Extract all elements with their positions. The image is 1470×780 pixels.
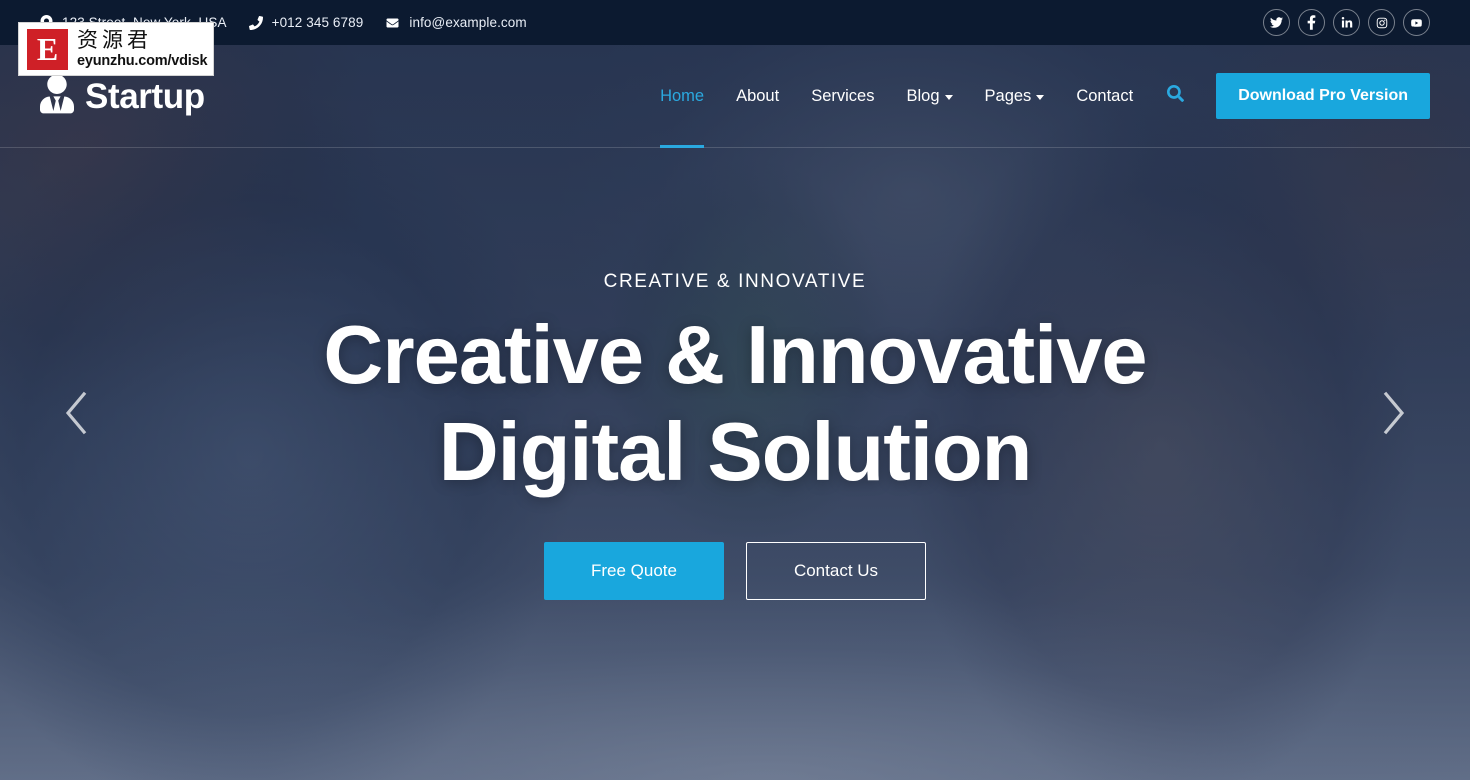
contact-us-button[interactable]: Contact Us — [746, 541, 926, 600]
free-quote-button[interactable]: Free Quote — [544, 541, 724, 600]
hero-button-group: Free Quote Contact Us — [544, 541, 926, 600]
social-link-linkedin[interactable] — [1333, 9, 1360, 36]
download-pro-version-button[interactable]: Download Pro Version — [1216, 73, 1430, 119]
hero-carousel: Startup Home About Services Blog Pages C… — [0, 45, 1470, 780]
topbar-phone-label: +012 345 6789 — [271, 15, 364, 30]
hero-title-line-1: Creative & Innovative — [323, 308, 1147, 402]
search-icon — [1167, 85, 1185, 107]
nav-link-services[interactable]: Services — [795, 77, 890, 116]
social-link-youtube[interactable] — [1403, 9, 1430, 36]
instagram-icon — [1376, 17, 1388, 29]
nav-menu: Home About Services Blog Pages Contact D… — [644, 73, 1430, 148]
nav-link-pages-label: Pages — [984, 86, 1032, 105]
brand-name: Startup — [85, 76, 205, 116]
twitter-icon — [1270, 16, 1283, 29]
chevron-down-icon — [1036, 94, 1045, 100]
social-link-facebook[interactable] — [1298, 9, 1325, 36]
chevron-down-icon — [944, 94, 953, 100]
brand-logo[interactable]: Startup — [40, 74, 205, 119]
topbar-email: info@example.com — [385, 15, 527, 30]
nav-link-services-label: Services — [811, 86, 875, 105]
carousel-next-button[interactable] — [1366, 385, 1422, 441]
chevron-left-icon — [61, 390, 91, 436]
topbar-email-label: info@example.com — [409, 15, 527, 30]
nav-link-pages[interactable]: Pages — [969, 77, 1061, 116]
hero-content: CREATIVE & INNOVATIVE Creative & Innovat… — [0, 45, 1470, 780]
watermark-chinese-label: 资源君 — [77, 27, 152, 52]
hero-subtitle: CREATIVE & INNOVATIVE — [603, 271, 867, 293]
hero-title: Creative & Innovative Digital Solution — [323, 307, 1147, 500]
watermark-text: 资源君 eyunzhu.com/vdisk — [77, 27, 208, 69]
watermark-badge-icon: E — [25, 26, 70, 72]
social-link-instagram[interactable] — [1368, 9, 1395, 36]
watermark-url-label: eyunzhu.com/vdisk — [77, 52, 208, 69]
top-bar: 123 Street, New York, USA +012 345 6789 … — [0, 0, 1470, 45]
envelope-icon — [385, 17, 400, 29]
nav-link-home-label: Home — [660, 86, 705, 105]
phone-icon — [248, 15, 263, 30]
chevron-right-icon — [1379, 390, 1409, 436]
nav-link-home[interactable]: Home — [644, 77, 720, 148]
search-button[interactable] — [1149, 75, 1198, 117]
watermark-overlay: E 资源君 eyunzhu.com/vdisk — [18, 22, 214, 76]
user-tie-icon — [40, 74, 74, 119]
nav-link-contact[interactable]: Contact — [1060, 77, 1149, 116]
nav-link-about-label: About — [736, 86, 780, 105]
nav-link-contact-label: Contact — [1076, 86, 1134, 105]
nav-link-blog-label: Blog — [906, 86, 940, 105]
topbar-phone: +012 345 6789 — [248, 15, 364, 30]
nav-link-about[interactable]: About — [720, 77, 795, 116]
youtube-icon — [1410, 18, 1423, 28]
nav-link-blog[interactable]: Blog — [890, 77, 968, 116]
social-link-twitter[interactable] — [1263, 9, 1290, 36]
hero-title-line-2: Digital Solution — [438, 404, 1033, 498]
main-navbar: Startup Home About Services Blog Pages C… — [0, 45, 1470, 148]
carousel-prev-button[interactable] — [48, 385, 104, 441]
watermark-badge-letter: E — [36, 31, 59, 67]
facebook-icon — [1307, 15, 1316, 30]
social-links — [1263, 9, 1430, 36]
linkedin-icon — [1341, 16, 1353, 29]
